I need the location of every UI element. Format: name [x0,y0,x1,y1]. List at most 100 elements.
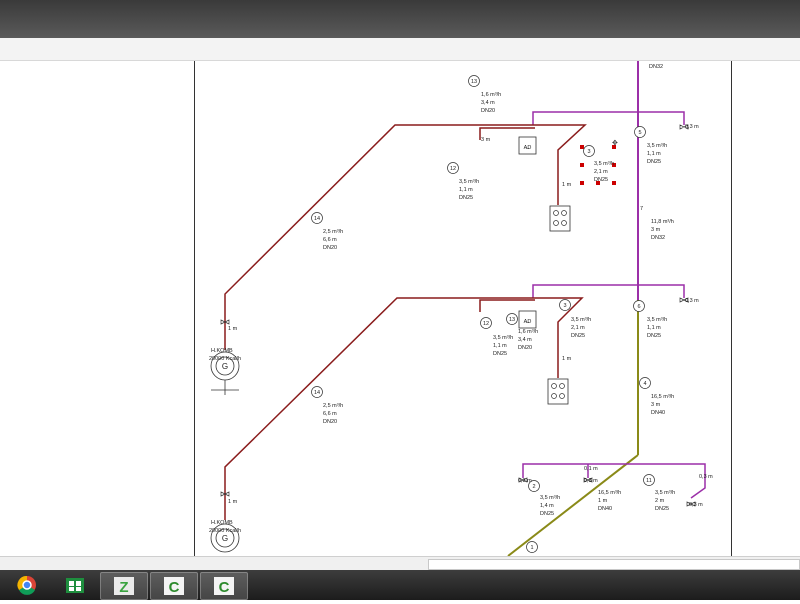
flow-label: 1,6 m³/h [481,92,501,98]
diameter-label: DN25 [540,511,554,517]
meter-glyph: A̶D [524,145,532,151]
segment-number: 3 [563,303,566,309]
pipe-spec-3a: 3,5 m³/h 2,1 m DN25 [594,161,614,183]
flow-label: 3,5 m³/h [540,495,560,501]
length-label: 2 m [655,498,665,504]
pipe-spec-10: 16,5 m³/h 1 m DN40 [598,490,621,512]
diameter-label: DN25 [655,506,669,512]
diameter-label: DN25 [594,177,608,183]
pipe-spec-4: 16,5 m³/h 3 m DN40 [651,394,674,416]
pipe-spec-7: 11,8 m³/h 3 m DN32 [651,219,674,241]
pipe-spec-13: 1,6 m³/h 3,4 m DN20 [481,92,501,114]
pipe-spec-5: 3,5 m³/h 1,1 m DN25 [647,143,667,165]
segment-number: 4 [643,381,646,387]
length-label: 1 m [228,499,238,505]
valve-icons [220,124,696,507]
segment-number: 13 [509,317,515,323]
stove-icon[interactable] [549,205,571,232]
lower-meter-line [479,299,535,312]
flow-label: 3,5 m³/h [493,335,513,341]
pipe-spec-12a: 3,5 m³/h 1,1 m DN25 [459,179,479,201]
taskbar-camtasia-editor-button[interactable]: C [200,572,248,600]
segment-number: 1 [530,545,533,551]
length-label: 6,6 m [323,411,337,417]
diameter-label: DN25 [571,333,585,339]
length-label: 0,1 m [584,466,598,472]
flow-label: 3,5 m³/h [647,317,667,323]
length-label: 3,4 m [518,337,532,343]
flow-label: 11,8 m³/h [651,219,674,225]
store-icon [66,578,84,593]
length-label: 1,1 m [647,325,661,331]
pipe-diagram[interactable]: A̶D A̶D G G ✥ 13 5 12 3 14 12 13 3 6 4 1… [195,61,730,557]
camtasia-icon: C [164,577,184,596]
pipe-label: DN32 [649,64,663,70]
length-label: 2,1 m [571,325,585,331]
drawing-canvas[interactable]: A̶D A̶D G G ✥ 13 5 12 3 14 12 13 3 6 4 1… [195,61,730,557]
pipe-spec-2: 3,5 m³/h 1,4 m DN25 [540,495,560,517]
boiler-label: H.KOMB [211,348,233,354]
length-label: 3 m [481,137,491,143]
diameter-label: DN25 [459,195,473,201]
svg-text:Z: Z [119,579,128,596]
stove-icon[interactable] [547,378,569,405]
flow-label: 3,5 m³/h [459,179,479,185]
diameter-label: DN20 [323,245,337,251]
diameter-label: DN40 [598,506,612,512]
taskbar: Z C C [0,570,800,600]
diameter-label: DN20 [518,345,532,351]
flow-label: 16,5 m³/h [598,490,621,496]
boiler-capacity: 20000 Kcal/h [209,356,241,362]
diameter-label: DN25 [493,351,507,357]
feeder-diagonal [507,454,639,557]
pipe-spec-13b: 1,6 m³/h 3,4 m DN20 [518,329,538,351]
boiler-capacity: 20000 Kcal/h [209,528,241,534]
move-cursor-icon: ✥ [612,139,618,147]
diameter-label: DN25 [647,159,661,165]
segment-number: 3 [587,149,590,155]
length-label: 0,3 m [699,474,713,480]
toolbar-strip [0,38,800,61]
length-label: 1 m [228,326,238,332]
segment-number: 12 [450,166,456,172]
pipe-spec-11: 3,5 m³/h 2 m DN25 [655,490,675,512]
horizontal-scrollbar[interactable] [0,556,800,571]
pipe-spec-14b: 2,5 m³/h 6,6 m DN20 [323,403,343,425]
length-label: 1 m [598,498,608,504]
window-title-bar [0,0,800,38]
taskbar-active-app-button[interactable]: Z [100,572,148,600]
taskbar-chrome-button[interactable] [4,572,50,598]
lower-branch [532,284,685,298]
length-label: 0,3 m [685,124,699,130]
boiler-label: H.KOMB [211,520,233,526]
pipe-spec-6: 3,5 m³/h 1,1 m DN25 [647,317,667,339]
length-label: 0,3 m [518,478,532,484]
segment-number: 13 [471,79,477,85]
taskbar-store-button[interactable] [52,572,98,598]
segment-number: 12 [483,321,489,327]
diameter-label: DN40 [651,410,665,416]
length-label: 2,1 m [594,169,608,175]
diameter-label: DN20 [481,108,495,114]
meter-glyph: A̶D [524,319,532,325]
segment-number: 11 [646,478,652,484]
segment-number: 5 [638,130,641,136]
camtasia-icon: C [214,577,234,596]
length-label: 0,3 m [685,298,699,304]
taskbar-camtasia-recorder-button[interactable]: C [150,572,198,600]
upper-branch [532,111,685,125]
segment-number: 6 [637,304,640,310]
length-label: 3 m [651,402,661,408]
length-label: 1 m [562,182,572,188]
segment-number-7: 7 [640,206,643,212]
length-label: 3 m [651,227,661,233]
flow-label: 3,5 m³/h [655,490,675,496]
length-label: 1,4 m [540,503,554,509]
length-label: 1,1 m [647,151,661,157]
flow-label: 3,5 m³/h [571,317,591,323]
segment-number: 2 [532,484,535,490]
scrollbar-thumb[interactable] [428,559,800,570]
diameter-label: DN32 [651,235,665,241]
diameter-label: DN20 [323,419,337,425]
flow-label: 16,5 m³/h [651,394,674,400]
